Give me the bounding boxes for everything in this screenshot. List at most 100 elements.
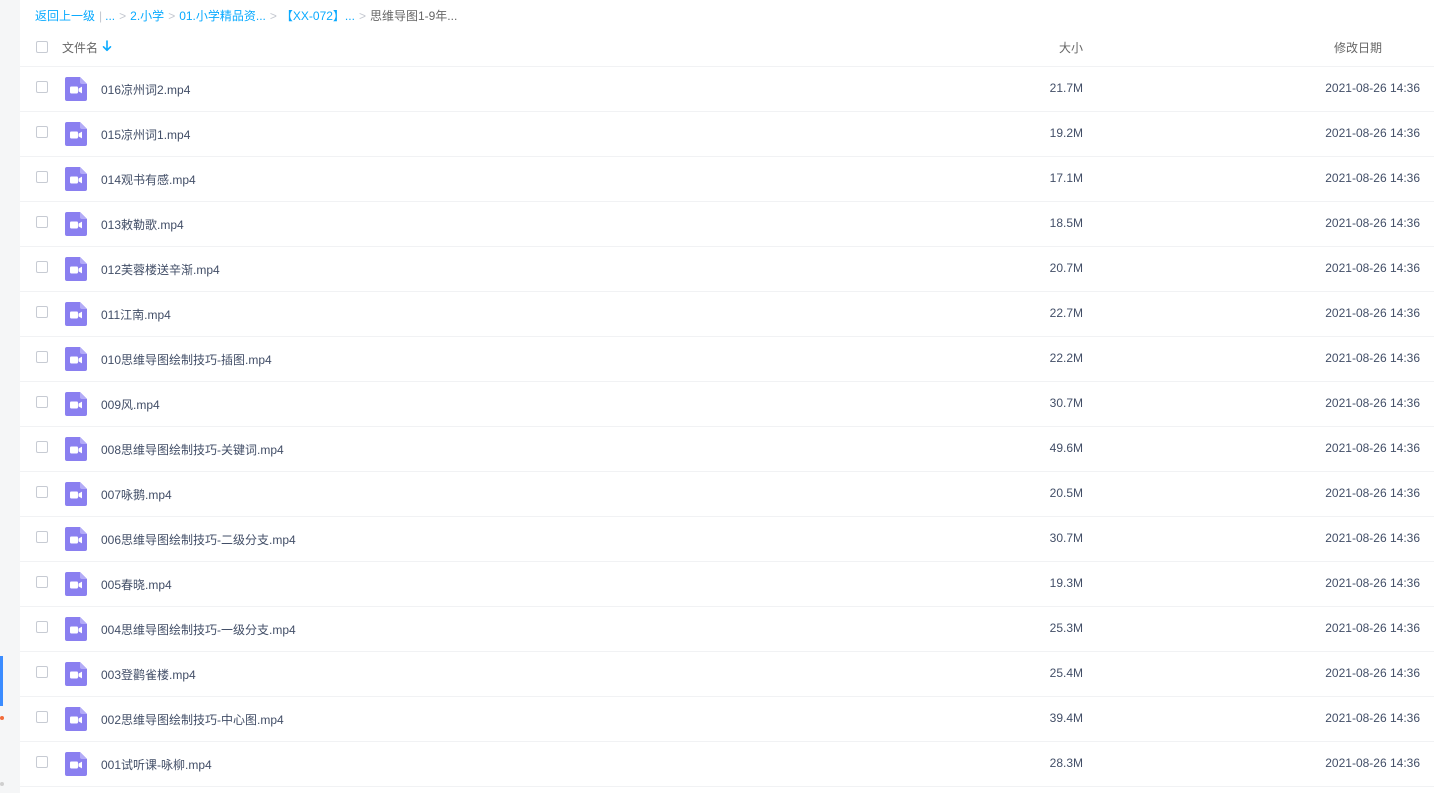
file-row[interactable]: 003登鹳雀楼.mp4 25.4M 2021-08-26 14:36 <box>20 651 1434 697</box>
breadcrumb-item[interactable]: 2.小学 <box>130 9 164 23</box>
video-file-icon[interactable] <box>65 752 87 776</box>
video-file-icon[interactable] <box>65 572 87 596</box>
file-name[interactable]: 010思维导图绘制技巧-插图.mp4 <box>101 351 272 368</box>
file-name[interactable]: 009风.mp4 <box>101 396 160 413</box>
file-row[interactable]: 016凉州词2.mp4 21.7M 2021-08-26 14:36 <box>20 66 1434 112</box>
file-row[interactable]: 007咏鹅.mp4 20.5M 2021-08-26 14:36 <box>20 471 1434 517</box>
file-row[interactable]: 004思维导图绘制技巧-一级分支.mp4 25.3M 2021-08-26 14:3… <box>20 606 1434 652</box>
file-size: 39.4M <box>1049 711 1083 725</box>
row-checkbox[interactable] <box>36 711 48 723</box>
video-file-icon[interactable] <box>65 212 87 236</box>
row-checkbox[interactable] <box>36 756 48 768</box>
name-column-header[interactable]: 文件名 <box>62 39 98 56</box>
file-row[interactable]: 002思维导图绘制技巧-中心图.mp4 39.4M 2021-08-26 14:36 <box>20 696 1434 742</box>
file-row[interactable]: 011江南.mp4 22.7M 2021-08-26 14:36 <box>20 291 1434 337</box>
file-row[interactable]: 015凉州词1.mp4 19.2M 2021-08-26 14:36 <box>20 111 1434 157</box>
sort-down-arrow-icon[interactable] <box>102 40 112 52</box>
file-name[interactable]: 001试听课-咏柳.mp4 <box>101 756 212 773</box>
row-checkbox[interactable] <box>36 126 48 138</box>
left-sidebar-strip <box>0 0 20 793</box>
select-all-checkbox[interactable] <box>36 41 48 53</box>
file-modified-date: 2021-08-26 14:36 <box>1325 261 1420 275</box>
file-name[interactable]: 012芙蓉楼送辛渐.mp4 <box>101 261 220 278</box>
row-checkbox[interactable] <box>36 486 48 498</box>
file-row[interactable]: 009风.mp4 30.7M 2021-08-26 14:36 <box>20 381 1434 427</box>
row-checkbox[interactable] <box>36 666 48 678</box>
row-checkbox[interactable] <box>36 81 48 93</box>
file-name[interactable]: 002思维导图绘制技巧-中心图.mp4 <box>101 711 284 728</box>
video-file-icon[interactable] <box>65 527 87 551</box>
file-name[interactable]: 013敕勒歌.mp4 <box>101 216 184 233</box>
row-checkbox[interactable] <box>36 441 48 453</box>
file-row[interactable]: 005春晓.mp4 19.3M 2021-08-26 14:36 <box>20 561 1434 607</box>
file-size: 30.7M <box>1049 396 1083 410</box>
file-name[interactable]: 014观书有感.mp4 <box>101 171 196 188</box>
breadcrumb-item[interactable]: 01.小学精品资... <box>179 9 266 23</box>
file-row[interactable]: 001试听课-咏柳.mp4 28.3M 2021-08-26 14:36 <box>20 741 1434 787</box>
video-file-icon[interactable] <box>65 482 87 506</box>
row-checkbox[interactable] <box>36 576 48 588</box>
file-modified-date: 2021-08-26 14:36 <box>1325 396 1420 410</box>
breadcrumb-divider: | <box>99 9 103 23</box>
sidebar-handle-dot <box>0 782 4 786</box>
file-modified-date: 2021-08-26 14:36 <box>1325 756 1420 770</box>
video-file-icon[interactable] <box>65 437 87 461</box>
sidebar-active-indicator <box>0 656 3 706</box>
video-file-icon[interactable] <box>65 167 87 191</box>
video-file-icon[interactable] <box>65 77 87 101</box>
file-modified-date: 2021-08-26 14:36 <box>1325 171 1420 185</box>
breadcrumb-item[interactable]: 【XX-072】... <box>281 9 355 23</box>
breadcrumb-current: 思维导图1-9年... <box>369 9 458 23</box>
file-modified-date: 2021-08-26 14:36 <box>1325 306 1420 320</box>
video-file-icon[interactable] <box>65 122 87 146</box>
breadcrumb: 返回上一级 |... >2.小学 >01.小学精品资... > 【XX-072】... > 思… <box>35 6 457 26</box>
file-row[interactable]: 010思维导图绘制技巧-插图.mp4 22.2M 2021-08-26 14:36 <box>20 336 1434 382</box>
file-list-header: 文件名 大小 修改日期 <box>20 28 1434 67</box>
breadcrumb-separator: > <box>358 9 366 23</box>
file-name[interactable]: 007咏鹅.mp4 <box>101 486 172 503</box>
row-checkbox[interactable] <box>36 351 48 363</box>
row-checkbox[interactable] <box>36 216 48 228</box>
video-file-icon[interactable] <box>65 347 87 371</box>
size-column-header[interactable]: 大小 <box>1059 39 1083 56</box>
breadcrumb-ellipsis[interactable]: ... <box>105 9 115 23</box>
file-modified-date: 2021-08-26 14:36 <box>1325 666 1420 680</box>
file-modified-date: 2021-08-26 14:36 <box>1325 216 1420 230</box>
row-checkbox[interactable] <box>36 171 48 183</box>
date-column-header[interactable]: 修改日期 <box>1334 39 1382 56</box>
video-file-icon[interactable] <box>65 257 87 281</box>
file-size: 22.2M <box>1049 351 1083 365</box>
file-name[interactable]: 016凉州词2.mp4 <box>101 81 190 98</box>
file-size: 19.2M <box>1049 126 1083 140</box>
row-checkbox[interactable] <box>36 531 48 543</box>
video-file-icon[interactable] <box>65 707 87 731</box>
row-checkbox[interactable] <box>36 261 48 273</box>
file-name[interactable]: 005春晓.mp4 <box>101 576 172 593</box>
file-name[interactable]: 015凉州词1.mp4 <box>101 126 190 143</box>
breadcrumb-separator: > <box>168 9 176 23</box>
video-file-icon[interactable] <box>65 392 87 416</box>
file-row[interactable]: 013敕勒歌.mp4 18.5M 2021-08-26 14:36 <box>20 201 1434 247</box>
video-file-icon[interactable] <box>65 302 87 326</box>
file-name[interactable]: 004思维导图绘制技巧-一级分支.mp4 <box>101 621 296 638</box>
file-name[interactable]: 003登鹳雀楼.mp4 <box>101 666 196 683</box>
file-name[interactable]: 006思维导图绘制技巧-二级分支.mp4 <box>101 531 296 548</box>
file-modified-date: 2021-08-26 14:36 <box>1325 531 1420 545</box>
file-row[interactable]: 006思维导图绘制技巧-二级分支.mp4 30.7M 2021-08-26 14:3… <box>20 516 1434 562</box>
file-row[interactable]: 014观书有感.mp4 17.1M 2021-08-26 14:36 <box>20 156 1434 202</box>
file-row[interactable]: 008思维导图绘制技巧-关键词.mp4 49.6M 2021-08-26 14:36 <box>20 426 1434 472</box>
file-row[interactable]: 012芙蓉楼送辛渐.mp4 20.7M 2021-08-26 14:36 <box>20 246 1434 292</box>
video-file-icon[interactable] <box>65 662 87 686</box>
back-link[interactable]: 返回上一级 <box>35 9 95 23</box>
row-checkbox[interactable] <box>36 306 48 318</box>
file-size: 25.4M <box>1049 666 1083 680</box>
file-modified-date: 2021-08-26 14:36 <box>1325 441 1420 455</box>
row-checkbox[interactable] <box>36 621 48 633</box>
file-name[interactable]: 011江南.mp4 <box>101 306 171 323</box>
row-checkbox[interactable] <box>36 396 48 408</box>
file-modified-date: 2021-08-26 14:36 <box>1325 81 1420 95</box>
video-file-icon[interactable] <box>65 617 87 641</box>
file-size: 30.7M <box>1049 531 1083 545</box>
file-name[interactable]: 008思维导图绘制技巧-关键词.mp4 <box>101 441 284 458</box>
file-size: 20.7M <box>1049 261 1083 275</box>
